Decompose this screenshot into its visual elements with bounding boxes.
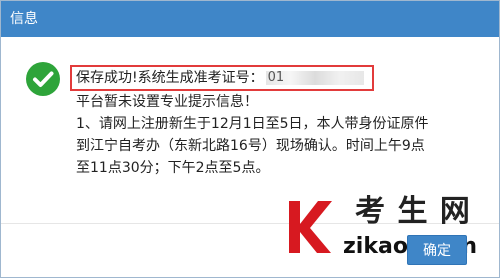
success-message: 保存成功!系统生成准考证号：	[76, 70, 264, 86]
message-dialog: 信息 保存成功!系统生成准考证号： 01 平台暂未设置专业提示信息！ 1、请网上注…	[0, 0, 500, 278]
message-line-4: 至11点30分；下午2点至5点。	[76, 160, 270, 176]
success-highlight-box: 保存成功!系统生成准考证号： 01	[70, 65, 374, 91]
message-line-3: 到江宁自考办（东新北路16号）现场确认。时间上午9点	[76, 138, 425, 154]
check-circle-icon	[26, 62, 60, 96]
dialog-title: 信息	[1, 1, 499, 37]
exam-number-blurred: 01	[265, 71, 364, 85]
footer-divider	[1, 223, 499, 224]
confirm-button[interactable]: 确定	[407, 235, 467, 265]
message-line-1: 平台暂未设置专业提示信息！	[76, 94, 258, 110]
k-logo-icon	[289, 201, 332, 253]
dialog-message: 保存成功!系统生成准考证号： 01 平台暂未设置专业提示信息！ 1、请网上注册新生…	[70, 65, 476, 179]
message-line-2: 1、请网上注册新生于12月1日至5日，本人带身份证原件	[76, 116, 429, 132]
